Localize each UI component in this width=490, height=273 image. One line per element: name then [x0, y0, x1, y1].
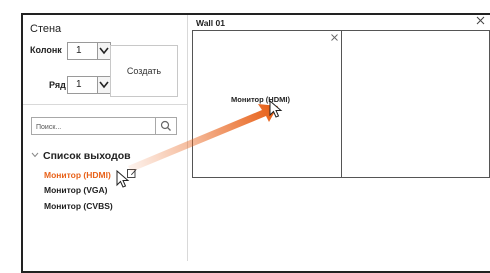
drag-overlay	[116, 99, 283, 188]
drag-arrow-icon	[128, 104, 278, 172]
cursor-icon	[116, 169, 130, 188]
